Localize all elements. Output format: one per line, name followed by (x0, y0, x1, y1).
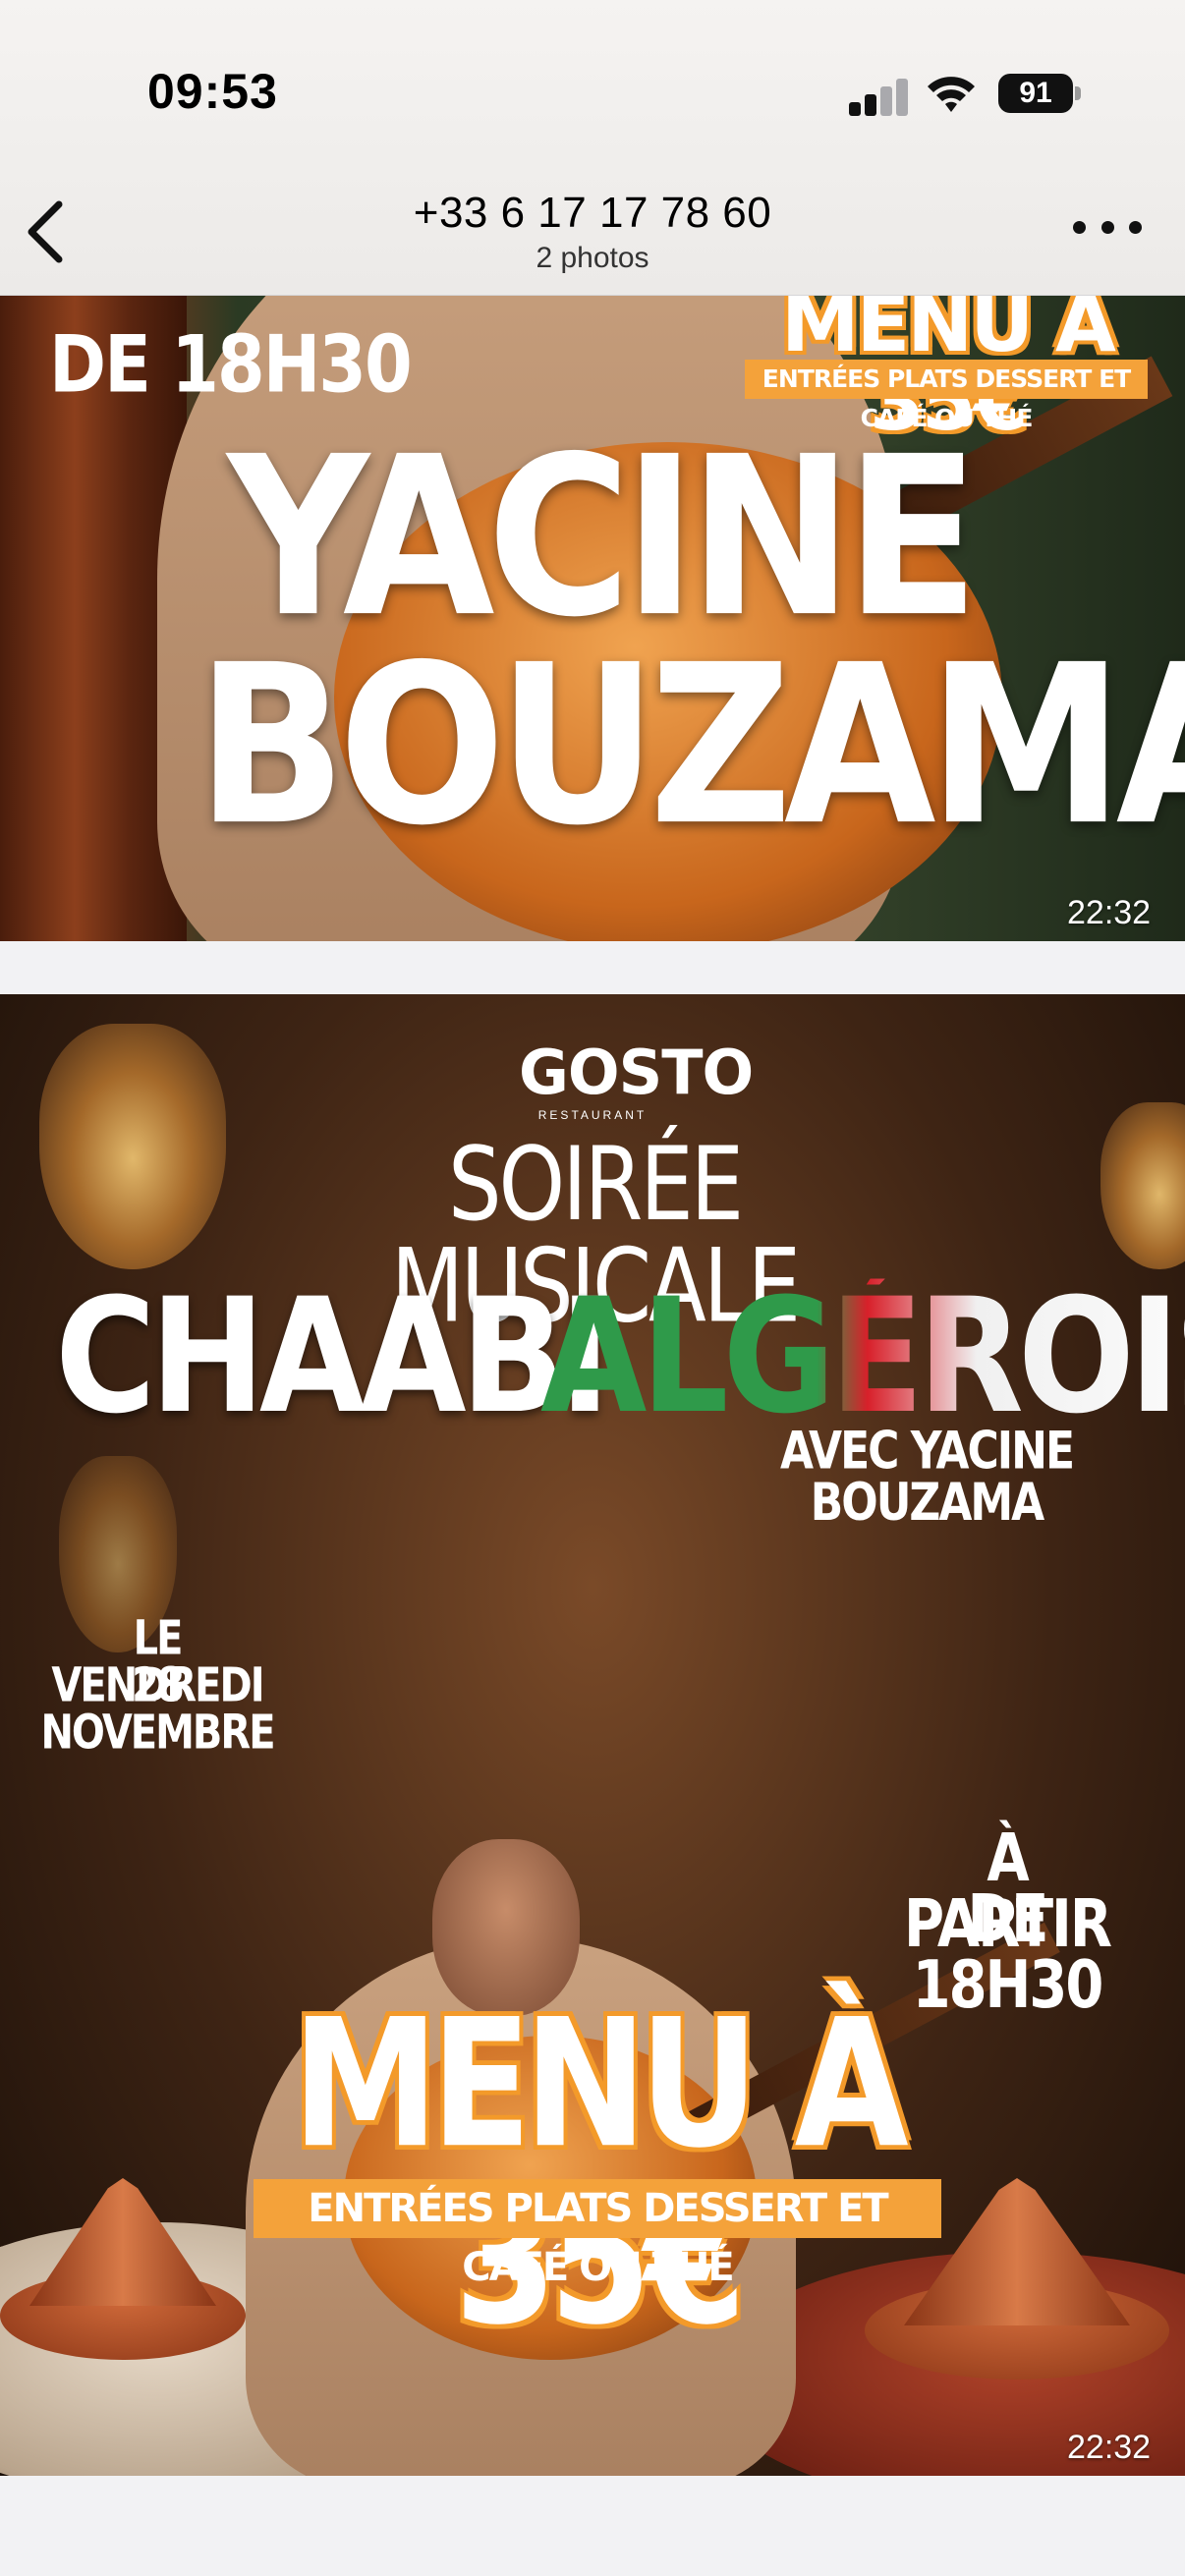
gosto-logo: GOSTO RESTAURANT (519, 1036, 754, 1122)
artist-name-line2: BOUZAMA (197, 617, 1185, 874)
cellular-signal-icon (849, 79, 908, 116)
photo-count-subtitle: 2 photos (536, 242, 649, 274)
start-time-text: DE 18H30 (49, 317, 413, 412)
artist-name-line1: YACINE (227, 409, 980, 666)
logo-word: GOSTO (519, 1036, 754, 1108)
title-algerois: ALGÉROIS (540, 1278, 1185, 1437)
more-options-icon[interactable] (1073, 202, 1142, 252)
photo-2[interactable]: GOSTO RESTAURANT SOIRÉE MUSICALE CHAABI … (0, 994, 1185, 2476)
logo-subtitle: RESTAURANT (537, 1108, 648, 1122)
lantern-left (39, 1024, 226, 1269)
top-bar: 09:53 91 +33 6 17 17 78 60 2 photos (0, 0, 1185, 296)
battery-tip (1075, 86, 1081, 100)
contact-phone-title: +33 6 17 17 78 60 (413, 189, 772, 237)
battery-icon: 91 (998, 74, 1073, 113)
status-time: 09:53 (147, 64, 278, 119)
photo-1[interactable]: DE 18H30 MENU À 35€ ENTRÉES PLATS DESSER… (0, 295, 1185, 941)
artist-subtitle: AVEC YACINE BOUZAMA (779, 1421, 1075, 1534)
menu-details-band: ENTRÉES PLATS DESSERT ET CAFÉ OU THÉ (745, 360, 1148, 432)
menu-price-text: MENU À 35€ (292, 1982, 908, 2350)
event-date: 28 NOVEMBRE (40, 1658, 275, 1761)
lantern-right (1100, 1102, 1185, 1269)
photo-timestamp: 22:32 (1067, 2429, 1152, 2466)
wifi-icon (928, 77, 975, 112)
title-chaabi: CHAABI (55, 1264, 610, 1450)
bottom-area (0, 2476, 1185, 2576)
menu-details-band: ENTRÉES PLATS DESSERT ET CAFÉ OU THÉ (254, 2179, 941, 2290)
photo-timestamp: 22:32 (1067, 894, 1152, 931)
